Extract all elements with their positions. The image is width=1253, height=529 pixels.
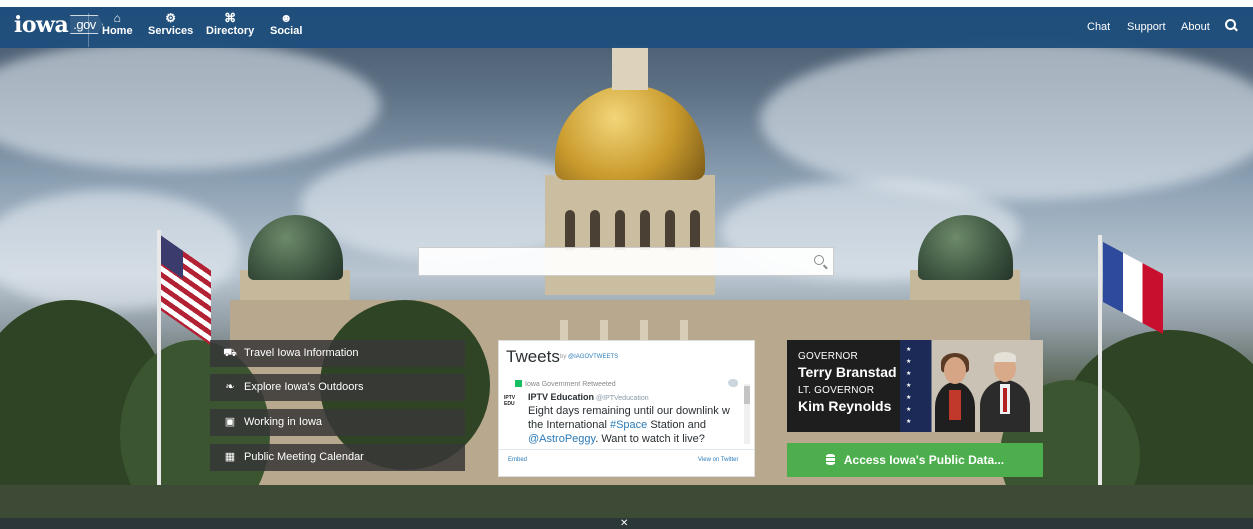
working-in-iowa-link[interactable]: ▣ Working in Iowa	[210, 409, 465, 436]
tweets-footer-divider	[499, 449, 754, 450]
nav-home-label: Home	[102, 25, 133, 37]
public-meeting-calendar-link[interactable]: ▦ Public Meeting Calendar	[210, 444, 465, 471]
travel-iowa-label: Travel Iowa Information	[244, 347, 359, 359]
twitter-timeline-widget: Tweets by @IAGOVTWEETS Iowa Government R…	[498, 340, 755, 477]
retweet-notice: Iowa Government Retweeted	[515, 380, 616, 388]
leaf-icon: ❧	[225, 381, 235, 393]
tweet-author-handle: @IPTVeducation	[596, 395, 649, 402]
database-icon	[825, 454, 835, 465]
home-icon: ⌂	[113, 11, 121, 25]
tweet-text-line2a: the International	[528, 419, 610, 431]
chevron-down-icon[interactable]: ✕	[620, 518, 628, 529]
governor-text: GOVERNOR Terry Branstad LT. GOVERNOR Kim…	[798, 351, 897, 419]
tweets-by-line: by @IAGOVTWEETS	[560, 354, 618, 360]
nav-social[interactable]: ☻ Social	[270, 11, 302, 37]
embed-link[interactable]: Embed	[508, 457, 527, 463]
tweets-scrollbar[interactable]	[744, 384, 750, 444]
access-public-data-button[interactable]: Access Iowa's Public Data...	[787, 443, 1043, 477]
twitter-bird-icon[interactable]	[728, 379, 738, 387]
briefcase-icon: ▣	[224, 416, 236, 428]
tweets-title: Tweets	[506, 347, 560, 366]
iowa-gov-logo[interactable]: iowa .gov	[14, 12, 103, 38]
gears-icon: ⚙	[165, 11, 177, 25]
nav-about-link[interactable]: About	[1181, 21, 1210, 33]
nav-directory-label: Directory	[206, 25, 255, 37]
view-on-twitter-link[interactable]: View on Twitter	[698, 457, 738, 463]
governor-photo: ★ ★ ★ ★ ★ ★ ★	[900, 340, 1043, 432]
logo-text: iowa	[14, 12, 69, 38]
tweet-text-line1: Eight days remaining until our downlink …	[528, 405, 730, 417]
lt-governor-name: Kim Reynolds	[798, 398, 892, 414]
nav-divider	[88, 13, 89, 47]
nav-services[interactable]: ⚙ Services	[148, 11, 193, 37]
nav-directory[interactable]: ⌘ Directory	[206, 11, 254, 37]
tweets-by-handle-link[interactable]: @IAGOVTWEETS	[568, 354, 618, 360]
tweets-by-prefix: by	[560, 354, 567, 360]
travel-iowa-link[interactable]: ⛟ Travel Iowa Information	[210, 340, 465, 367]
nav-chat-link[interactable]: Chat	[1087, 21, 1110, 33]
tweet-author-name: IPTV Education	[528, 392, 595, 402]
astropeggy-mention-link[interactable]: @AstroPeggy	[528, 433, 595, 445]
nav-social-label: Social	[270, 25, 303, 37]
working-in-iowa-label: Working in Iowa	[244, 416, 323, 428]
access-public-data-label: Access Iowa's Public Data...	[843, 453, 1005, 467]
search-icon[interactable]	[1225, 19, 1238, 32]
nav-services-label: Services	[148, 25, 194, 37]
search-submit-icon[interactable]	[814, 255, 828, 270]
nav-home[interactable]: ⌂ Home	[102, 11, 133, 37]
calendar-icon: ▦	[224, 451, 236, 463]
building-icon: ⌘	[224, 11, 237, 25]
tweet-text-line3b: . Want to watch it live?	[595, 433, 705, 445]
governor-role: GOVERNOR	[798, 351, 858, 362]
site-search-box	[418, 247, 834, 276]
explore-outdoors-label: Explore Iowa's Outdoors	[244, 381, 364, 393]
lt-governor-role: LT. GOVERNOR	[798, 385, 875, 396]
space-hashtag-link[interactable]: #Space	[610, 419, 647, 431]
tweet-author-avatar[interactable]: IPTV EDU	[504, 395, 522, 407]
top-navbar: iowa .gov ⌂ Home ⚙ Services ⌘ Directory ☻…	[0, 0, 1253, 48]
governor-name: Terry Branstad	[798, 364, 897, 380]
car-icon: ⛟	[223, 347, 237, 359]
users-icon: ☻	[279, 11, 293, 25]
nav-support-link[interactable]: Support	[1127, 21, 1166, 33]
search-input[interactable]	[419, 248, 799, 275]
public-meeting-calendar-label: Public Meeting Calendar	[244, 451, 364, 463]
tweet-text-line2c: Station and	[647, 419, 706, 431]
explore-outdoors-link[interactable]: ❧ Explore Iowa's Outdoors	[210, 374, 465, 401]
logo-gov-badge: .gov	[70, 15, 103, 34]
governor-panel[interactable]: GOVERNOR Terry Branstad LT. GOVERNOR Kim…	[787, 340, 1043, 432]
tweet-text: Eight days remaining until our downlink …	[528, 404, 734, 446]
tweet-author[interactable]: IPTV Education @IPTVeducation	[528, 392, 649, 402]
